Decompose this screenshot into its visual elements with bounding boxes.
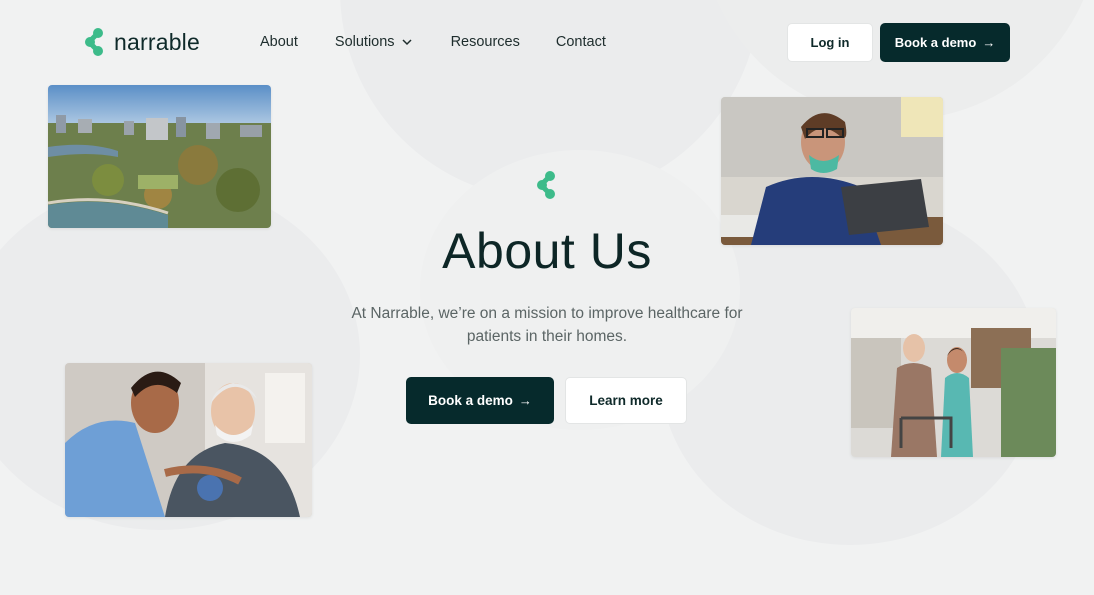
hero-book-demo-button[interactable]: Book a demo → <box>406 377 554 424</box>
site-header: narrable About Solutions Resources Conta… <box>0 0 1094 86</box>
login-button[interactable]: Log in <box>787 23 873 62</box>
narrable-logo-icon <box>85 28 103 56</box>
learn-more-label: Learn more <box>589 393 663 408</box>
nav-solutions[interactable]: Solutions <box>335 34 413 50</box>
page-title: About Us <box>442 223 652 279</box>
arrow-right-icon: → <box>518 393 532 408</box>
nav-resources[interactable]: Resources <box>451 34 520 50</box>
hero-book-demo-label: Book a demo <box>428 393 513 408</box>
nav-contact[interactable]: Contact <box>556 34 606 50</box>
logo-text: narrable <box>114 28 200 55</box>
book-demo-button[interactable]: Book a demo → <box>880 23 1010 62</box>
arrow-right-icon: → <box>982 35 996 50</box>
chevron-down-icon <box>402 39 412 46</box>
hero-subtitle: At Narrable, we’re on a mission to impro… <box>351 305 743 345</box>
city-aerial-photo <box>48 85 271 228</box>
caregiver-walker-photo <box>851 308 1056 457</box>
nav-solutions-label: Solutions <box>334 34 395 50</box>
learn-more-button[interactable]: Learn more <box>565 377 687 424</box>
login-button-label: Log in <box>810 35 850 50</box>
logo[interactable]: narrable <box>84 27 200 57</box>
therapy-session-photo <box>65 363 312 517</box>
book-demo-label: Book a demo <box>894 35 977 50</box>
main-nav: About Solutions Resources Contact <box>260 34 606 50</box>
narrable-logo-icon <box>537 171 555 199</box>
nav-about[interactable]: About <box>260 34 298 50</box>
